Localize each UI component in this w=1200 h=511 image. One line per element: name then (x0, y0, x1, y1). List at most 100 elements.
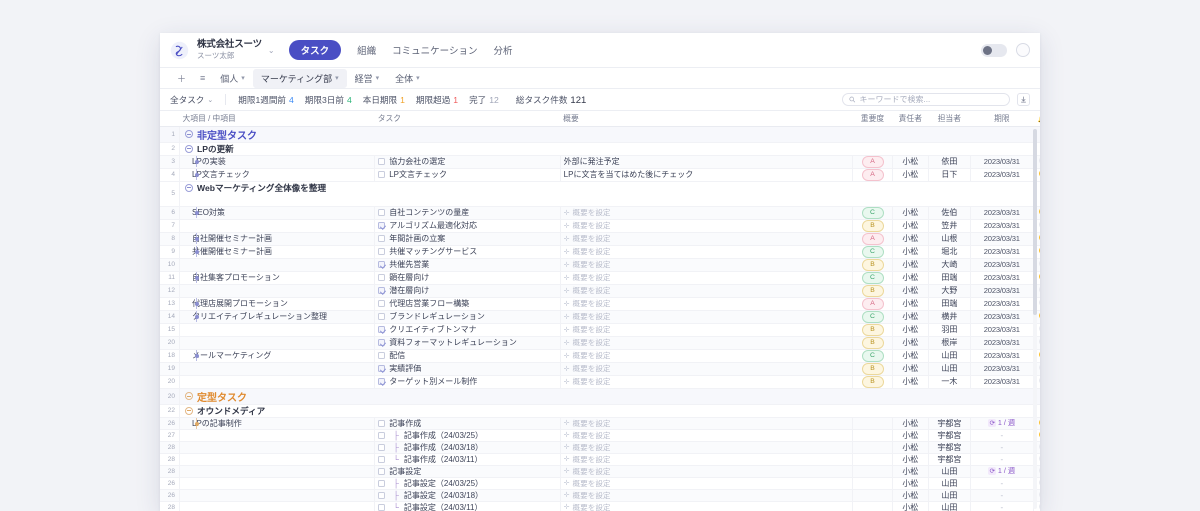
task-cell[interactable]: ブランドレギュレーション (375, 310, 560, 323)
description-placeholder[interactable]: ✛概要を設定 (564, 418, 850, 429)
table-row[interactable]: 9共催開催セミナー計画共催マッチングサービス✛概要を設定C小松堀北2023/03… (160, 245, 1040, 258)
due-date-cell[interactable]: 2023/03/31 (970, 336, 1033, 349)
group-cell[interactable] (180, 219, 375, 232)
priority-cell[interactable]: C (853, 310, 892, 323)
description-placeholder[interactable]: ✛概要を設定 (564, 311, 850, 322)
owner-cell[interactable]: 小松 (892, 297, 929, 310)
priority-cell[interactable]: B (853, 219, 892, 232)
group-header-cell[interactable]: 非定型タスク (180, 126, 1040, 142)
description-placeholder[interactable]: ✛概要を設定 (564, 337, 850, 348)
description-placeholder[interactable]: ✛概要を設定 (564, 454, 850, 465)
assignee-cell[interactable]: 宇都宮 (929, 429, 970, 441)
tab-management[interactable]: 経営 ▾ (347, 69, 388, 88)
assignee-cell[interactable]: 根岸 (929, 336, 970, 349)
group-cell[interactable] (180, 501, 375, 511)
description-cell[interactable]: ✛概要を設定 (560, 232, 853, 245)
assignee-cell[interactable]: 田端 (929, 297, 970, 310)
description-cell[interactable]: ✛概要を設定 (560, 206, 853, 219)
search-input[interactable] (860, 95, 1003, 104)
description-cell[interactable]: ✛概要を設定 (560, 219, 853, 232)
description-placeholder[interactable]: ✛概要を設定 (564, 478, 850, 489)
task-checkbox[interactable] (378, 326, 385, 333)
assignee-cell[interactable]: 宇都宮 (929, 417, 970, 429)
description-cell[interactable]: ✛概要を設定 (560, 323, 853, 336)
table-row[interactable]: 26├記事設定（24/03/18）✛概要を設定小松山田-📎 (160, 489, 1040, 501)
task-checkbox[interactable] (378, 492, 385, 499)
task-checkbox[interactable] (378, 222, 385, 229)
tab-marketing[interactable]: マーケティング部 ▾ (253, 69, 347, 88)
priority-cell[interactable] (853, 477, 892, 489)
priority-cell[interactable] (853, 441, 892, 453)
table-row[interactable]: 8自社開催セミナー計画年間計画の立案✛概要を設定A小松山根2023/03/31📎 (160, 232, 1040, 245)
due-date-cell[interactable]: 2023/03/31 (970, 349, 1033, 362)
task-cell[interactable]: 記事作成 (375, 417, 560, 429)
avatar[interactable] (1016, 43, 1030, 57)
group-cell[interactable] (180, 375, 375, 388)
table-row[interactable]: 20ターゲット別メール制作✛概要を設定B小松一木2023/03/31📎 (160, 375, 1040, 388)
task-cell[interactable]: 潜在層向け (375, 284, 560, 297)
assignee-cell[interactable]: 山田 (929, 465, 970, 477)
owner-cell[interactable]: 小松 (892, 501, 929, 511)
task-cell[interactable]: ├記事作成（24/03/18） (375, 441, 560, 453)
description-cell[interactable]: ✛概要を設定 (560, 477, 853, 489)
priority-cell[interactable] (853, 417, 892, 429)
description-placeholder[interactable]: ✛概要を設定 (564, 466, 850, 477)
assignee-cell[interactable]: 佐伯 (929, 206, 970, 219)
search-box[interactable] (842, 93, 1010, 106)
tab-all[interactable]: 全体 ▾ (387, 69, 428, 88)
subgroup-header-cell[interactable]: Webマーケティング全体像を整理👁閲覧のみ (180, 181, 1040, 206)
table-row[interactable]: 13代理店展開プロモーション代理店営業フロー構築✛概要を設定A小松田端2023/… (160, 297, 1040, 310)
task-cell[interactable]: 協力会社の選定 (375, 155, 560, 168)
owner-cell[interactable]: 小松 (892, 417, 929, 429)
collapse-icon[interactable] (185, 407, 193, 415)
task-cell[interactable]: 共催先営業 (375, 258, 560, 271)
assignee-cell[interactable]: 横井 (929, 310, 970, 323)
task-checkbox[interactable] (378, 235, 385, 242)
description-cell[interactable]: ✛概要を設定 (560, 258, 853, 271)
task-checkbox[interactable] (378, 158, 385, 165)
description-placeholder[interactable]: ✛概要を設定 (564, 442, 850, 453)
col-desc[interactable]: 概要 (560, 111, 853, 126)
task-cell[interactable]: 資料フォーマットレギュレーション (375, 336, 560, 349)
task-checkbox[interactable] (378, 444, 385, 451)
description-placeholder[interactable]: ✛概要を設定 (564, 259, 850, 270)
filter-due-today[interactable]: 本日期限1 (363, 94, 405, 106)
description-cell[interactable]: ✛概要を設定 (560, 271, 853, 284)
priority-cell[interactable]: A (853, 168, 892, 181)
group-cell[interactable]: メールマーケティング (180, 349, 375, 362)
group-cell[interactable] (180, 429, 375, 441)
col-bell-icon[interactable]: 🔔 (1034, 111, 1040, 126)
description-cell[interactable]: ✛概要を設定 (560, 441, 853, 453)
priority-cell[interactable] (853, 501, 892, 511)
owner-cell[interactable]: 小松 (892, 441, 929, 453)
assignee-cell[interactable]: 山田 (929, 501, 970, 511)
due-date-cell[interactable]: 2023/03/31 (970, 155, 1033, 168)
subgroup-header-row[interactable]: 2LPの更新 (160, 142, 1040, 155)
table-row[interactable]: 11自社集客プロモーション顕在層向け✛概要を設定C小松田端2023/03/31📎 (160, 271, 1040, 284)
group-cell[interactable] (180, 336, 375, 349)
assignee-cell[interactable]: 堀北 (929, 245, 970, 258)
owner-cell[interactable]: 小松 (892, 453, 929, 465)
group-cell[interactable]: SEO対策 (180, 206, 375, 219)
task-checkbox[interactable] (378, 420, 385, 427)
table-row[interactable]: 28記事設定✛概要を設定小松山田⟳1 / 週📎 (160, 465, 1040, 477)
group-cell[interactable]: 共催開催セミナー計画 (180, 245, 375, 258)
assignee-cell[interactable]: 山田 (929, 349, 970, 362)
task-cell[interactable]: ├記事設定（24/03/18） (375, 489, 560, 501)
table-row[interactable]: 12潜在層向け✛概要を設定B小松大野2023/03/31📎 (160, 284, 1040, 297)
task-checkbox[interactable] (378, 365, 385, 372)
due-date-cell[interactable]: 2023/03/31 (970, 232, 1033, 245)
table-row[interactable]: 18メールマーケティング配信✛概要を設定C小松山田2023/03/31📎 (160, 349, 1040, 362)
description-cell[interactable]: ✛概要を設定 (560, 417, 853, 429)
table-row[interactable]: 15クリエイティブトンマナ✛概要を設定B小松羽田2023/03/31📎 (160, 323, 1040, 336)
task-checkbox[interactable] (378, 274, 385, 281)
description-cell[interactable]: ✛概要を設定 (560, 465, 853, 477)
owner-cell[interactable]: 小松 (892, 219, 929, 232)
col-group[interactable]: 大項目 / 中項目 (180, 111, 375, 126)
assignee-cell[interactable]: 山田 (929, 477, 970, 489)
task-checkbox[interactable] (378, 209, 385, 216)
owner-cell[interactable]: 小松 (892, 489, 929, 501)
task-cell[interactable]: 共催マッチングサービス (375, 245, 560, 258)
group-cell[interactable] (180, 441, 375, 453)
owner-cell[interactable]: 小松 (892, 323, 929, 336)
